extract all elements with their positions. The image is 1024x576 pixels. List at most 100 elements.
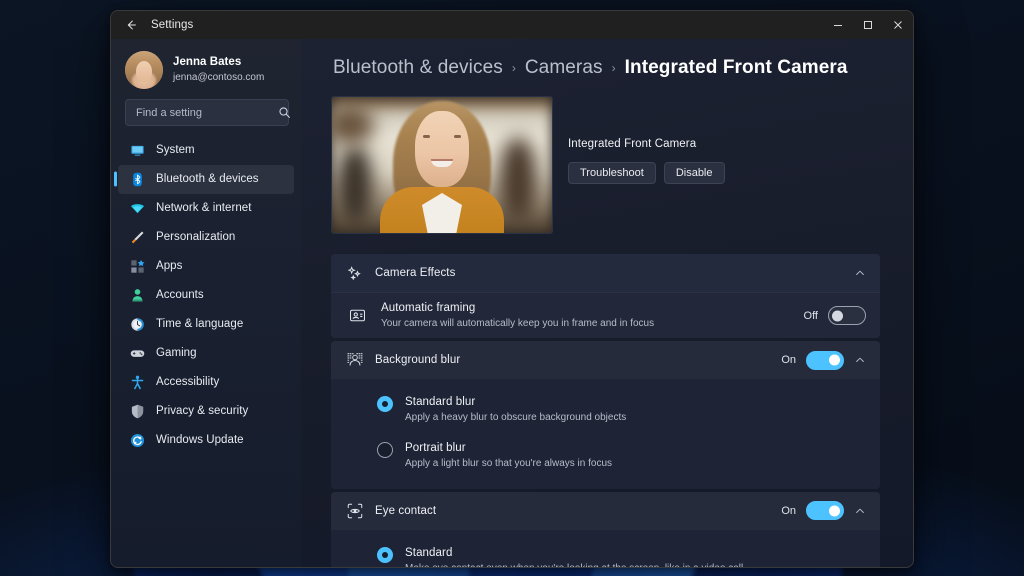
automatic-framing-row[interactable]: Automatic framing Your camera will autom… xyxy=(331,292,880,338)
camera-effects-section: Camera Effects xyxy=(331,254,880,567)
sidebar-nav: System Bluetooth & devices Network & int… xyxy=(111,136,301,455)
camera-effects-title: Camera Effects xyxy=(375,267,455,279)
wifi-icon xyxy=(129,200,145,216)
background-blur-toggle[interactable] xyxy=(806,351,844,370)
minimize-icon[interactable] xyxy=(823,11,853,39)
account-card[interactable]: Jenna Bates jenna@contoso.com xyxy=(111,45,301,99)
maximize-icon[interactable] xyxy=(853,11,883,39)
automatic-framing-state: Off xyxy=(804,310,818,322)
sidebar-item-label: Time & language xyxy=(156,318,243,330)
monitor-icon xyxy=(129,142,145,158)
standard-eye-contact-option[interactable]: Standard Make eye contact even when you'… xyxy=(331,538,880,567)
sidebar: Jenna Bates jenna@contoso.com xyxy=(111,39,301,567)
sidebar-item-label: Windows Update xyxy=(156,434,244,446)
automatic-framing-toggle[interactable] xyxy=(828,306,866,325)
sidebar-item-label: Apps xyxy=(156,260,182,272)
radio-button[interactable] xyxy=(377,442,393,458)
close-icon[interactable] xyxy=(883,11,913,39)
update-refresh-icon xyxy=(129,432,145,448)
portrait-blur-option[interactable]: Portrait blur Apply a light blur so that… xyxy=(331,433,880,479)
sidebar-item-network-internet[interactable]: Network & internet xyxy=(118,194,294,223)
eye-contact-state: On xyxy=(781,505,796,517)
background-blur-options: Standard blur Apply a heavy blur to obsc… xyxy=(331,379,880,489)
person-frame-icon xyxy=(347,307,367,324)
clock-icon xyxy=(129,316,145,332)
setting-subtitle: Your camera will automatically keep you … xyxy=(381,317,654,332)
troubleshoot-button[interactable]: Troubleshoot xyxy=(568,162,656,184)
eye-contact-options: Standard Make eye contact even when you'… xyxy=(331,530,880,567)
breadcrumb: Bluetooth & devices › Cameras › Integrat… xyxy=(333,57,883,79)
camera-effects-header[interactable]: Camera Effects xyxy=(331,254,880,292)
radio-button[interactable] xyxy=(377,547,393,563)
sidebar-item-label: Gaming xyxy=(156,347,197,359)
setting-title: Automatic framing xyxy=(381,300,654,317)
title-bar: Settings xyxy=(111,11,913,39)
chevron-up-icon[interactable] xyxy=(854,354,866,366)
option-title: Portrait blur xyxy=(405,440,612,457)
standard-blur-option[interactable]: Standard blur Apply a heavy blur to obsc… xyxy=(331,387,880,433)
content-pane: Bluetooth & devices › Cameras › Integrat… xyxy=(301,39,913,567)
radio-button[interactable] xyxy=(377,396,393,412)
device-name: Integrated Front Camera xyxy=(568,138,725,150)
sidebar-item-windows-update[interactable]: Windows Update xyxy=(118,426,294,455)
option-subtitle: Apply a heavy blur to obscure background… xyxy=(405,411,626,426)
sidebar-item-label: Privacy & security xyxy=(156,405,248,417)
avatar xyxy=(125,51,163,89)
sidebar-item-accessibility[interactable]: Accessibility xyxy=(118,368,294,397)
sidebar-item-label: Accessibility xyxy=(156,376,219,388)
device-summary: Integrated Front Camera Troubleshoot Dis… xyxy=(331,96,883,234)
eye-contact-title: Eye contact xyxy=(375,505,436,517)
eye-contact-icon xyxy=(347,503,363,519)
sidebar-item-bluetooth-devices[interactable]: Bluetooth & devices xyxy=(118,165,294,194)
window-title: Settings xyxy=(151,19,193,31)
chevron-up-icon[interactable] xyxy=(854,267,866,279)
option-subtitle: Make eye contact even when you're lookin… xyxy=(405,562,743,567)
sidebar-item-privacy-security[interactable]: Privacy & security xyxy=(118,397,294,426)
camera-effects-card: Camera Effects xyxy=(331,254,880,338)
sidebar-item-label: Network & internet xyxy=(156,202,252,214)
option-title: Standard blur xyxy=(405,394,626,411)
chevron-right-icon: › xyxy=(612,61,616,75)
option-subtitle: Apply a light blur so that you're always… xyxy=(405,457,612,472)
sidebar-item-personalization[interactable]: Personalization xyxy=(118,223,294,252)
bluetooth-icon xyxy=(129,171,145,187)
sidebar-item-label: Accounts xyxy=(156,289,204,301)
device-actions: Troubleshoot Disable xyxy=(568,162,725,184)
window-controls xyxy=(823,11,913,39)
chevron-up-icon[interactable] xyxy=(854,505,866,517)
chevron-right-icon: › xyxy=(512,61,516,75)
paintbrush-icon xyxy=(129,229,145,245)
sidebar-item-time-language[interactable]: Time & language xyxy=(118,310,294,339)
background-blur-icon xyxy=(347,352,363,368)
back-arrow-icon[interactable] xyxy=(115,11,147,39)
sidebar-item-gaming[interactable]: Gaming xyxy=(118,339,294,368)
person-icon xyxy=(129,287,145,303)
effects-sparkle-icon xyxy=(347,266,363,280)
sidebar-item-label: Personalization xyxy=(156,231,235,243)
settings-window: Settings Jenna Bates jenna@contoso.co xyxy=(110,10,914,568)
disable-button[interactable]: Disable xyxy=(664,162,725,184)
search-box[interactable] xyxy=(125,99,289,126)
account-email: jenna@contoso.com xyxy=(173,71,264,85)
search-input[interactable] xyxy=(136,107,278,119)
sidebar-item-label: Bluetooth & devices xyxy=(156,173,259,185)
sidebar-item-apps[interactable]: Apps xyxy=(118,252,294,281)
background-blur-state: On xyxy=(781,354,796,366)
accessibility-icon xyxy=(129,374,145,390)
camera-live-preview xyxy=(331,96,553,234)
apps-grid-icon xyxy=(129,258,145,274)
eye-contact-header[interactable]: Eye contact On xyxy=(331,492,880,530)
background-blur-header[interactable]: Background blur On xyxy=(331,341,880,379)
eye-contact-card: Eye contact On xyxy=(331,492,880,567)
background-blur-title: Background blur xyxy=(375,354,460,366)
search-container xyxy=(111,99,301,136)
search-icon[interactable] xyxy=(278,106,291,119)
eye-contact-toggle[interactable] xyxy=(806,501,844,520)
sidebar-item-system[interactable]: System xyxy=(118,136,294,165)
breadcrumb-middle[interactable]: Cameras xyxy=(525,57,603,79)
gamepad-icon xyxy=(129,345,145,361)
sidebar-item-accounts[interactable]: Accounts xyxy=(118,281,294,310)
breadcrumb-root[interactable]: Bluetooth & devices xyxy=(333,57,503,79)
option-title: Standard xyxy=(405,545,743,562)
shield-icon xyxy=(129,403,145,419)
